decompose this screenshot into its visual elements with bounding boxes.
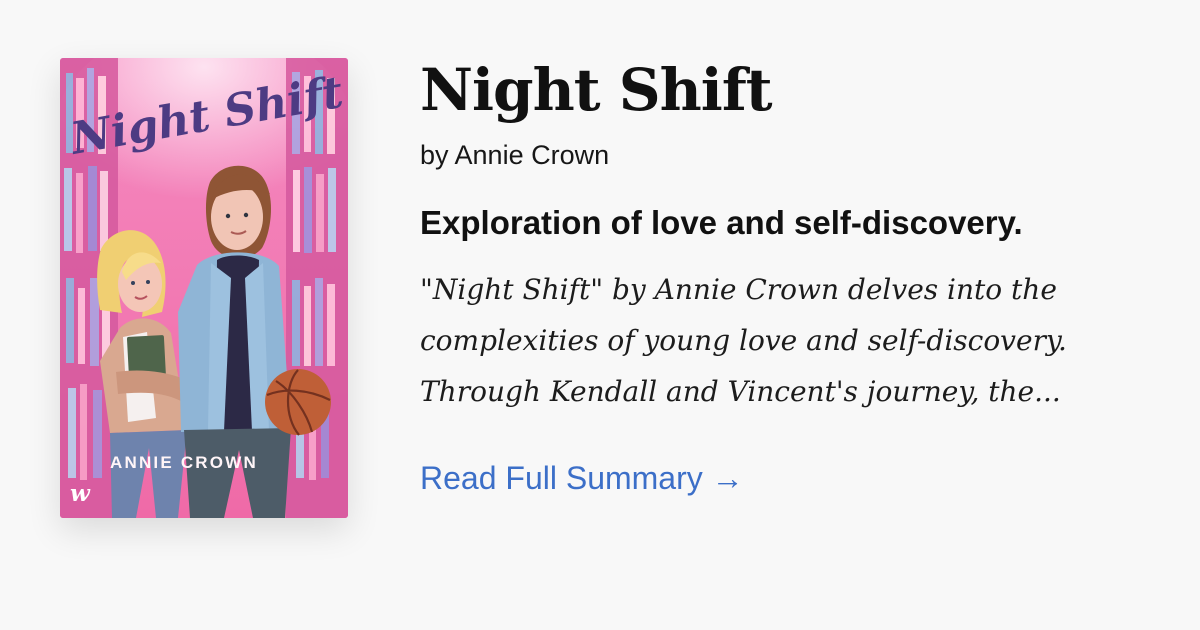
book-cover: Night Shift ANNIE CROWN w: [60, 58, 348, 518]
book-tagline: Exploration of love and self-discovery.: [420, 204, 1023, 241]
book-cover-illustration: Night Shift ANNIE CROWN w: [60, 58, 348, 518]
summary-excerpt: "Night Shift" by Annie Crown delves into…: [420, 273, 1067, 408]
book-author: by Annie Crown: [420, 140, 610, 170]
cover-author: ANNIE CROWN: [110, 453, 258, 472]
read-full-summary-link[interactable]: Read Full Summary →: [420, 457, 744, 499]
book-details: Night Shift by Annie Crown Exploration o…: [420, 52, 1160, 417]
publisher-logo: w: [70, 480, 91, 507]
book-title: Night Shift: [420, 56, 773, 124]
right-bookshelves: [286, 58, 348, 518]
